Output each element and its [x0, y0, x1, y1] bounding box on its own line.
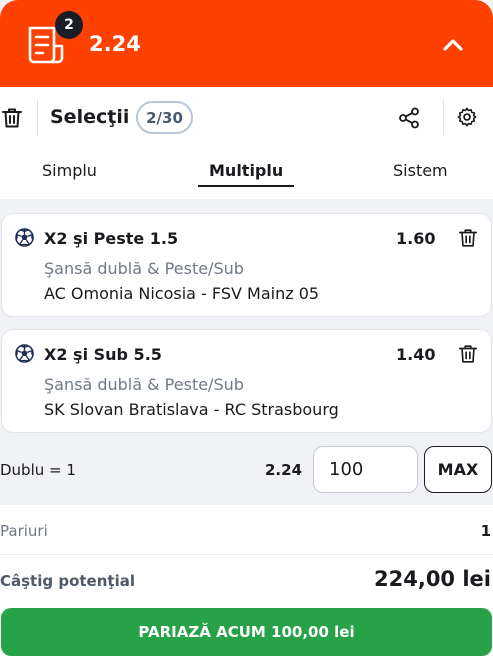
- potential-win-label: Câştig potenţial: [0, 572, 135, 590]
- bet-type-tabs: Simplu Multiplu Sistem: [0, 147, 493, 199]
- betslip-header[interactable]: 2 2.24: [0, 0, 493, 87]
- total-odds: 2.24: [89, 32, 141, 56]
- selection-card: X2 şi Sub 5.5 1.40 Şansă dublă & Peste/S…: [1, 329, 492, 433]
- bet-summary: Pariuri 1 Câştig potenţial 224,00 lei PA…: [0, 505, 493, 659]
- bets-value: 1: [480, 522, 491, 540]
- tab-simplu[interactable]: Simplu: [42, 161, 97, 180]
- selection-match: SK Slovan Bratislava - RC Strasbourg: [44, 400, 339, 419]
- combination-odds: 2.24: [265, 461, 303, 479]
- divider: [443, 99, 444, 135]
- share-icon[interactable]: [398, 107, 420, 129]
- selections-title: Selecţii: [50, 106, 130, 128]
- selection-odds: 1.40: [396, 345, 436, 364]
- selection-market: Şansă dublă & Peste/Sub: [44, 375, 244, 394]
- selection-odds: 1.60: [396, 229, 436, 248]
- trash-icon[interactable]: [457, 227, 479, 249]
- selections-toolbar: Selecţii 2/30: [0, 87, 493, 147]
- stake-row: Dublu = 1 2.24 MAX: [0, 439, 493, 499]
- selection-name: X2 şi Peste 1.5: [44, 229, 179, 248]
- potential-win-value: 224,00 lei: [374, 567, 491, 591]
- place-bet-button[interactable]: PARIAZĂ ACUM 100,00 lei: [1, 608, 492, 656]
- selection-count-badge: 2: [55, 11, 83, 39]
- selection-market: Şansă dublă & Peste/Sub: [44, 259, 244, 278]
- divider: [0, 554, 493, 555]
- tab-sistem[interactable]: Sistem: [393, 161, 448, 180]
- max-stake-button[interactable]: MAX: [424, 446, 492, 493]
- selections-count-pill: 2/30: [136, 101, 193, 134]
- selection-match: AC Omonia Nicosia - FSV Mainz 05: [44, 284, 320, 303]
- tab-multiplu[interactable]: Multiplu: [209, 161, 283, 180]
- active-tab-indicator: [198, 185, 294, 187]
- trash-icon[interactable]: [457, 343, 479, 365]
- selection-card: X2 şi Peste 1.5 1.60 Şansă dublă & Peste…: [1, 213, 492, 317]
- settings-icon[interactable]: [456, 106, 478, 128]
- trash-icon[interactable]: [0, 106, 24, 130]
- combination-label: Dublu = 1: [0, 461, 76, 479]
- chevron-up-icon[interactable]: [441, 33, 465, 57]
- football-icon: [15, 344, 34, 363]
- stake-input[interactable]: [313, 446, 418, 493]
- bets-label: Pariuri: [0, 522, 48, 540]
- football-icon: [15, 228, 34, 247]
- divider: [37, 99, 38, 135]
- selection-name: X2 şi Sub 5.5: [44, 345, 162, 364]
